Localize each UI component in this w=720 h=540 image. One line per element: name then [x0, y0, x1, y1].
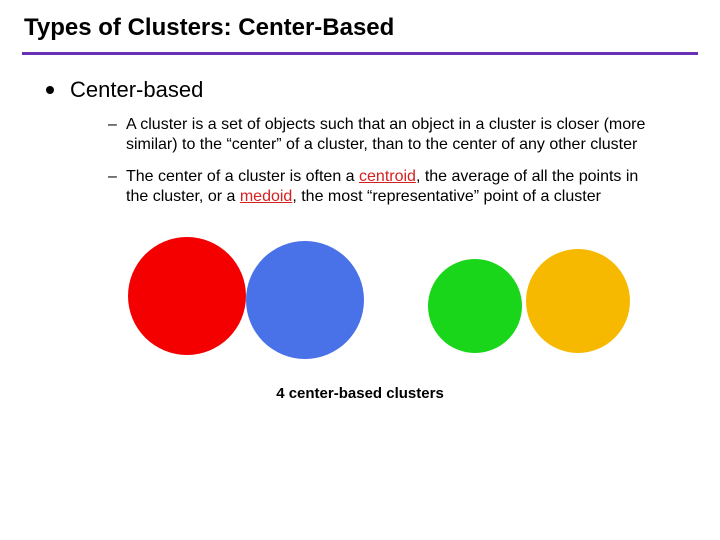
text-fragment: , the most “representative” point of a c… — [292, 188, 601, 205]
cluster-circle-yellow — [526, 249, 630, 353]
dash-icon: – — [108, 115, 126, 155]
cluster-circle-blue — [246, 241, 364, 359]
cluster-figure — [0, 227, 720, 377]
sub-bullet-2-text: The center of a cluster is often a centr… — [126, 167, 660, 207]
bullet-text: Center-based — [70, 77, 203, 103]
term-centroid: centroid — [359, 168, 416, 185]
bullet-level1: Center-based — [0, 55, 720, 103]
sub-bullet-1: – A cluster is a set of objects such tha… — [108, 115, 660, 155]
sub-bullet-2: – The center of a cluster is often a cen… — [108, 167, 660, 207]
sub-bullet-1-text: A cluster is a set of objects such that … — [126, 115, 660, 155]
dash-icon: – — [108, 167, 126, 207]
slide-title: Types of Clusters: Center-Based — [0, 0, 720, 48]
sub-bullet-list: – A cluster is a set of objects such tha… — [0, 103, 720, 207]
figure-caption: 4 center-based clusters — [0, 385, 720, 402]
text-fragment: The center of a cluster is often a — [126, 168, 359, 185]
cluster-circle-red — [128, 237, 246, 355]
bullet-icon — [46, 86, 54, 94]
term-medoid: medoid — [240, 188, 292, 205]
cluster-circle-green — [428, 259, 522, 353]
